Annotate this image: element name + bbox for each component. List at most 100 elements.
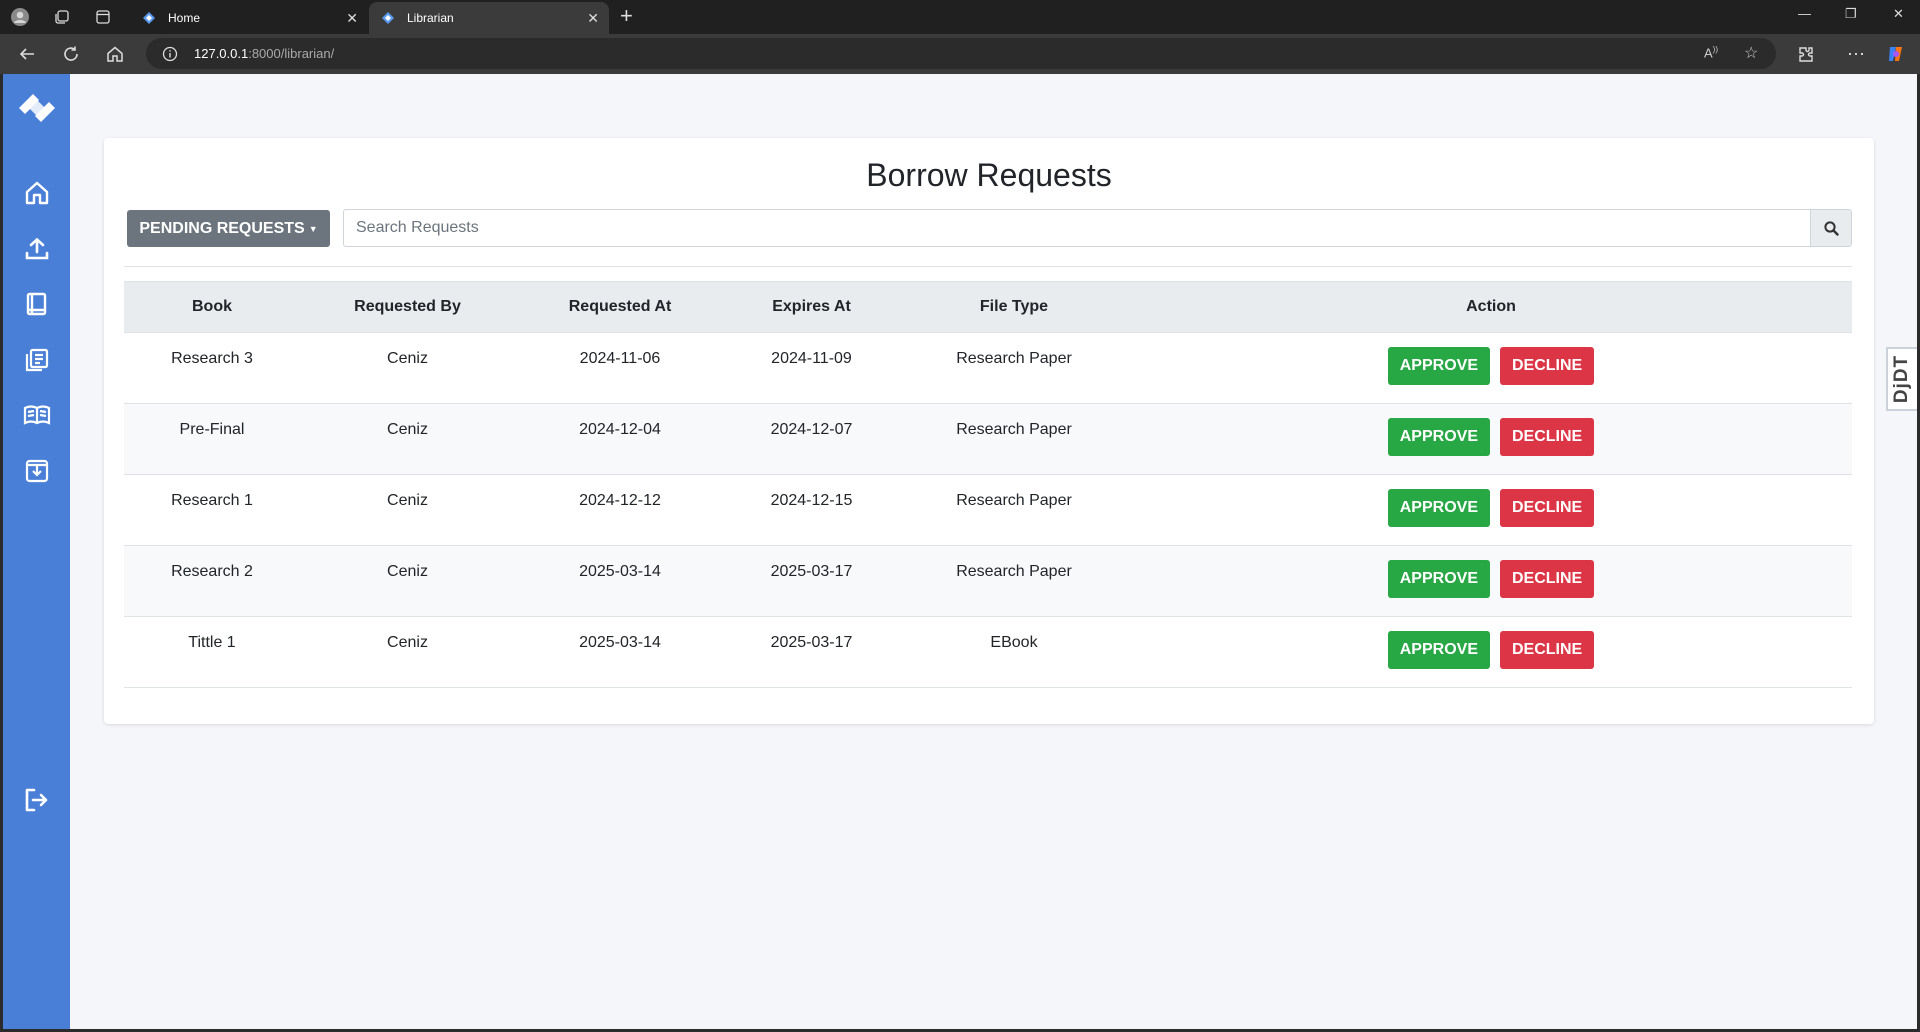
- workspaces-icon[interactable]: [52, 7, 72, 27]
- cell-requested-at: 2024-12-12: [515, 474, 725, 546]
- cell-expires-at: 2024-12-07: [725, 403, 898, 475]
- site-info-icon[interactable]: [162, 46, 178, 62]
- cell-file-type: Research Paper: [898, 474, 1130, 546]
- cell-book: Research 1: [124, 474, 300, 546]
- table-row: Research 3 Ceniz 2024-11-06 2024-11-09 R…: [124, 332, 1852, 404]
- new-tab-icon[interactable]: +: [620, 5, 633, 27]
- cell-requested-by: Ceniz: [300, 332, 515, 404]
- site-favicon-icon: [142, 11, 156, 25]
- extensions-icon[interactable]: [1796, 44, 1816, 64]
- cell-action: APPROVE DECLINE: [1130, 616, 1852, 688]
- caret-down-icon: ▼: [308, 223, 318, 234]
- table-row: Tittle 1 Ceniz 2025-03-14 2025-03-17 EBo…: [124, 616, 1852, 688]
- upload-icon[interactable]: [19, 231, 55, 267]
- back-icon[interactable]: [17, 44, 37, 64]
- cell-action: APPROVE DECLINE: [1130, 332, 1852, 404]
- approve-button[interactable]: APPROVE: [1387, 631, 1490, 669]
- requests-table: Book Requested By Requested At Expires A…: [124, 281, 1852, 688]
- status-filter-label: PENDING REQUESTS: [139, 219, 305, 237]
- approve-button[interactable]: APPROVE: [1387, 347, 1490, 385]
- tab-librarian-label: Librarian: [407, 11, 454, 25]
- debug-toolbar-handle[interactable]: DjDT: [1886, 347, 1917, 411]
- column-header-expires-at: Expires At: [725, 281, 898, 333]
- page-viewport: Borrow Requests PENDING REQUESTS ▼ Book …: [3, 74, 1917, 1029]
- cell-book: Research 3: [124, 332, 300, 404]
- close-tab-icon[interactable]: ✕: [587, 10, 599, 26]
- cell-expires-at: 2024-12-15: [725, 474, 898, 546]
- decline-button[interactable]: DECLINE: [1500, 631, 1595, 669]
- cell-expires-at: 2024-11-09: [725, 332, 898, 404]
- home-icon[interactable]: [19, 175, 55, 211]
- column-header-file-type: File Type: [898, 281, 1130, 333]
- cell-action: APPROVE DECLINE: [1130, 474, 1852, 546]
- cell-file-type: Research Paper: [898, 332, 1130, 404]
- table-row: Research 2 Ceniz 2025-03-14 2025-03-17 R…: [124, 545, 1852, 617]
- debug-toolbar-label: DjDT: [1891, 354, 1913, 404]
- open-book-icon[interactable]: [19, 397, 55, 433]
- logout-icon[interactable]: [19, 782, 55, 818]
- approve-button[interactable]: APPROVE: [1387, 418, 1490, 456]
- more-menu-icon[interactable]: ⋯: [1846, 44, 1866, 64]
- decline-button[interactable]: DECLINE: [1500, 560, 1595, 598]
- tab-actions-icon[interactable]: [93, 7, 113, 27]
- status-filter-dropdown[interactable]: PENDING REQUESTS ▼: [127, 210, 330, 247]
- browser-toolbar: 127.0.0.1:8000/librarian/ A)) ☆ ⋯: [0, 34, 1920, 74]
- approve-button[interactable]: APPROVE: [1387, 560, 1490, 598]
- book-icon[interactable]: [19, 286, 55, 322]
- cell-file-type: Research Paper: [898, 545, 1130, 617]
- cell-book: Research 2: [124, 545, 300, 617]
- cell-action: APPROVE DECLINE: [1130, 545, 1852, 617]
- tab-home[interactable]: Home ✕: [130, 2, 368, 34]
- cell-requested-at: 2025-03-14: [515, 616, 725, 688]
- logo-icon[interactable]: [15, 86, 59, 130]
- search-group: [343, 209, 1852, 247]
- browser-tab-bar: Home ✕ Librarian ✕ + — ❐ ✕: [0, 0, 1920, 34]
- cell-expires-at: 2025-03-17: [725, 545, 898, 617]
- decline-button[interactable]: DECLINE: [1500, 489, 1595, 527]
- search-button[interactable]: [1810, 210, 1851, 246]
- table-row: Research 1 Ceniz 2024-12-12 2024-12-15 R…: [124, 474, 1852, 546]
- site-favicon-icon: [381, 11, 395, 25]
- column-header-requested-at: Requested At: [515, 281, 725, 333]
- approve-button[interactable]: APPROVE: [1387, 489, 1490, 527]
- profile-icon[interactable]: [10, 7, 30, 27]
- column-header-requested-by: Requested By: [300, 281, 515, 333]
- page-title: Borrow Requests: [866, 157, 1112, 193]
- column-header-book: Book: [124, 281, 300, 333]
- restore-icon[interactable]: ❐: [1845, 6, 1857, 22]
- reload-icon[interactable]: [61, 44, 81, 64]
- window-close-icon[interactable]: ✕: [1893, 6, 1904, 22]
- cell-book: Pre-Final: [124, 403, 300, 475]
- url-host: 127.0.0.1: [194, 46, 249, 61]
- url-text: 127.0.0.1:8000/librarian/: [194, 46, 334, 61]
- address-bar[interactable]: 127.0.0.1:8000/librarian/ A)) ☆: [146, 38, 1776, 69]
- cell-requested-at: 2024-12-04: [515, 403, 725, 475]
- cell-requested-by: Ceniz: [300, 403, 515, 475]
- tab-librarian[interactable]: Librarian ✕: [369, 2, 609, 34]
- column-header-action: Action: [1130, 281, 1852, 333]
- copilot-icon[interactable]: [1886, 44, 1906, 64]
- close-tab-icon[interactable]: ✕: [346, 10, 358, 26]
- cell-expires-at: 2025-03-17: [725, 616, 898, 688]
- sidebar: [3, 74, 70, 1029]
- home-icon[interactable]: [105, 44, 125, 64]
- decline-button[interactable]: DECLINE: [1500, 418, 1595, 456]
- archive-download-icon[interactable]: [19, 453, 55, 489]
- search-icon: [1823, 220, 1839, 236]
- cell-requested-by: Ceniz: [300, 545, 515, 617]
- documents-icon[interactable]: [19, 342, 55, 378]
- cell-requested-at: 2025-03-14: [515, 545, 725, 617]
- tab-home-label: Home: [168, 11, 201, 25]
- url-path: :8000/librarian/: [248, 46, 335, 61]
- cell-action: APPROVE DECLINE: [1130, 403, 1852, 475]
- table-header-row: Book Requested By Requested At Expires A…: [124, 281, 1852, 333]
- cell-requested-by: Ceniz: [300, 474, 515, 546]
- cell-requested-at: 2024-11-06: [515, 332, 725, 404]
- cell-book: Tittle 1: [124, 616, 300, 688]
- cell-requested-by: Ceniz: [300, 616, 515, 688]
- minimize-icon[interactable]: —: [1798, 6, 1811, 21]
- decline-button[interactable]: DECLINE: [1500, 347, 1595, 385]
- read-aloud-icon[interactable]: A)): [1704, 45, 1718, 60]
- search-input[interactable]: [344, 210, 1810, 246]
- favorite-star-icon[interactable]: ☆: [1744, 43, 1758, 63]
